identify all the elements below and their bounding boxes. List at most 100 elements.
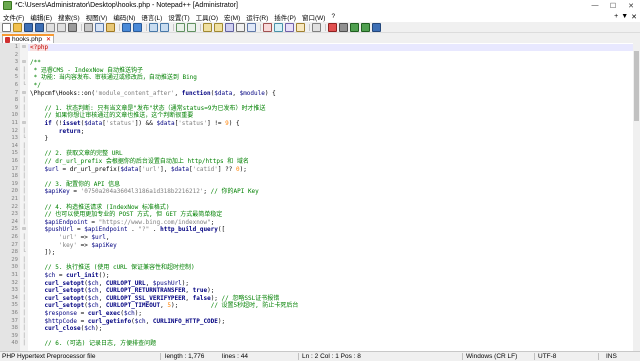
record-macro-icon[interactable] [328, 22, 337, 32]
code-line[interactable]: curl_close($ch); [30, 325, 102, 332]
play-macro-icon[interactable] [350, 22, 359, 32]
run-macro-multiple-icon[interactable] [361, 22, 370, 32]
code-line[interactable]: // 2. 获取文章的完整 URL [30, 150, 122, 157]
menu-item-1[interactable]: 编辑(E) [27, 12, 55, 22]
function-list-icon[interactable] [285, 22, 294, 32]
menu-item-2[interactable]: 搜索(S) [55, 12, 83, 22]
sync-v-icon[interactable] [203, 22, 212, 32]
code-token: , [185, 287, 193, 295]
code-token: ); [210, 294, 222, 302]
code-line[interactable]: // dr_url_prefix 会根据你的后台设置自动加上 http/http… [30, 158, 248, 165]
sync-h-icon[interactable] [214, 22, 223, 32]
code-line[interactable]: $response = curl_exec($ch); [30, 310, 142, 317]
maximize-button[interactable]: ☐ [604, 0, 622, 11]
undo-icon[interactable] [122, 22, 131, 32]
redo-icon[interactable] [133, 22, 142, 32]
menu-item-5[interactable]: 语言(L) [138, 12, 165, 22]
replace-icon[interactable] [160, 22, 169, 32]
code-line[interactable]: $ch = curl_init(); [30, 272, 109, 279]
close-all-icon[interactable] [57, 22, 66, 32]
code-line[interactable]: $apiEndpoint = "https://www.bing.com/ind… [30, 219, 214, 226]
save-all-icon[interactable] [35, 22, 44, 32]
code-line[interactable]: // 1. 状态判断: 只有当文章是"发布"状态（通常status=9为已发布）… [30, 105, 265, 112]
editor[interactable]: 1 ⊟ <?php 2 3 ⊟/** 4 │ * 迅睿CMS - IndexNow 自动推送钩… [0, 43, 640, 351]
word-wrap-icon[interactable] [225, 22, 234, 32]
code-line[interactable]: <?php [30, 44, 49, 51]
doc-map-icon[interactable] [274, 22, 283, 32]
code-line[interactable]: $url = dr_url_prefix($data['url'], $data… [30, 166, 246, 173]
close-file-icon[interactable] [46, 22, 55, 32]
print-icon[interactable] [68, 22, 77, 32]
menu-item-11[interactable]: 窗口(W) [299, 12, 328, 22]
code-line[interactable]: // 也可以使用更加专业的 POST 方式, 但 GET 方式最简单稳定 [30, 211, 222, 218]
status-divider [298, 353, 299, 360]
menu-item-8[interactable]: 宏(M) [221, 12, 243, 22]
save-icon[interactable] [24, 22, 33, 32]
new-tab-button[interactable]: + [614, 13, 618, 20]
menu-item-4[interactable]: 编码(N) [110, 12, 138, 22]
zoom-out-icon[interactable] [187, 22, 196, 32]
minimize-button[interactable]: — [586, 0, 604, 11]
code-line[interactable]: // 3. 配置你的 API 信息 [30, 181, 120, 188]
code-line[interactable]: // 4. 构造推送请求 (IndexNow 标准格式) [30, 204, 169, 211]
menu-item-7[interactable]: 工具(O) [193, 12, 221, 22]
menu-item-12[interactable]: ? [328, 13, 338, 20]
scrollbar-thumb[interactable] [634, 51, 639, 121]
menu-item-3[interactable]: 视图(V) [83, 12, 111, 22]
fold-toggle-icon[interactable]: ⊟ [20, 226, 28, 233]
copy-icon[interactable] [95, 22, 104, 32]
code-line[interactable]: $pushUrl = $apiEndpoint . "?" . http_bui… [30, 226, 225, 233]
stop-record-icon[interactable] [339, 22, 348, 32]
menu-item-6[interactable]: 设置(T) [165, 12, 192, 22]
fold-toggle-icon[interactable]: ⊟ [20, 120, 28, 127]
code-line[interactable]: // 5. 执行推送 (使用 cURL 保证兼容性和超时控制) [30, 264, 194, 271]
code-area[interactable]: 1 ⊟ <?php 2 3 ⊟/** 4 │ * 迅睿CMS - IndexNow 自动推送钩… [11, 43, 640, 351]
code-line[interactable]: * 迅睿CMS - IndexNow 自动推送钩子 [30, 67, 143, 74]
code-line[interactable]: * 功能：当内容发布、审核通过或修改后，自动推送到 Bing [30, 74, 197, 81]
code-line[interactable]: 'key' => $apiKey [30, 242, 117, 249]
fold-guide: │ [22, 310, 26, 316]
find-icon[interactable] [149, 22, 158, 32]
code-line[interactable]: curl_setopt($ch, CURLOPT_URL, $pushUrl); [30, 280, 189, 287]
menu-item-10[interactable]: 插件(P) [271, 12, 299, 22]
close-button[interactable]: ✕ [622, 0, 640, 11]
open-file-icon[interactable] [13, 22, 22, 32]
vertical-scrollbar[interactable] [633, 43, 640, 351]
line-number: 14 [11, 142, 18, 149]
indent-guide-icon[interactable] [247, 22, 256, 32]
code-line[interactable]: } [30, 135, 48, 142]
fold-toggle-icon[interactable]: ⊟ [20, 59, 28, 66]
code-line[interactable]: // 6. (可选) 记录日志, 方便排查问题 [30, 340, 156, 347]
paste-icon[interactable] [106, 22, 115, 32]
folder-workspace-icon[interactable] [296, 22, 305, 32]
menu-item-0[interactable]: 文件(F) [0, 12, 27, 22]
tab-list-dropdown[interactable]: ▼ [621, 13, 628, 20]
code-line[interactable]: /** [30, 59, 41, 66]
zoom-in-icon[interactable] [176, 22, 185, 32]
fold-guide: │ [22, 317, 26, 324]
code-line[interactable]: curl_setopt($ch, CURLOPT_RETURNTRANSFER,… [30, 287, 214, 294]
new-file-icon[interactable] [2, 22, 11, 32]
code-line[interactable]: curl_setopt($ch, CURLOPT_TIMEOUT, 5); //… [30, 302, 298, 309]
save-macro-icon[interactable] [372, 22, 381, 32]
code-line[interactable]: $httpCode = curl_getinfo($ch, CURLINFO_H… [30, 318, 225, 325]
code-line[interactable]: return; [30, 128, 84, 135]
menu-item-9[interactable]: 运行(R) [243, 12, 271, 22]
udl-icon[interactable] [263, 22, 272, 32]
tab-close-icon[interactable]: ✕ [46, 36, 51, 43]
code-line[interactable]: curl_setopt($ch, CURLOPT_SSL_VERIFYPEER,… [30, 295, 279, 302]
all-chars-icon[interactable] [236, 22, 245, 32]
monitoring-icon[interactable] [312, 22, 321, 32]
code-line[interactable]: $apiKey = '0750a204a3604l3186a1d318b2216… [30, 188, 258, 195]
code-line[interactable]: 'url' => $url, [30, 234, 110, 241]
code-line[interactable]: // 如果你想让审核通过的文章也推送，这个判断很重要 [30, 112, 193, 119]
fold-toggle-icon[interactable]: ⊟ [20, 90, 28, 97]
code-line[interactable]: if (!isset($data['status']) && $data['st… [30, 120, 239, 127]
close-document-button[interactable]: ✕ [631, 13, 637, 21]
code-line[interactable]: ]); [30, 249, 55, 256]
code-line[interactable]: */ [30, 82, 41, 89]
code-line[interactable]: \Phpcmf\Hooks::on('module_content_after'… [30, 90, 276, 97]
fold-toggle-icon[interactable]: ⊟ [20, 44, 28, 51]
cut-icon[interactable] [84, 22, 93, 32]
